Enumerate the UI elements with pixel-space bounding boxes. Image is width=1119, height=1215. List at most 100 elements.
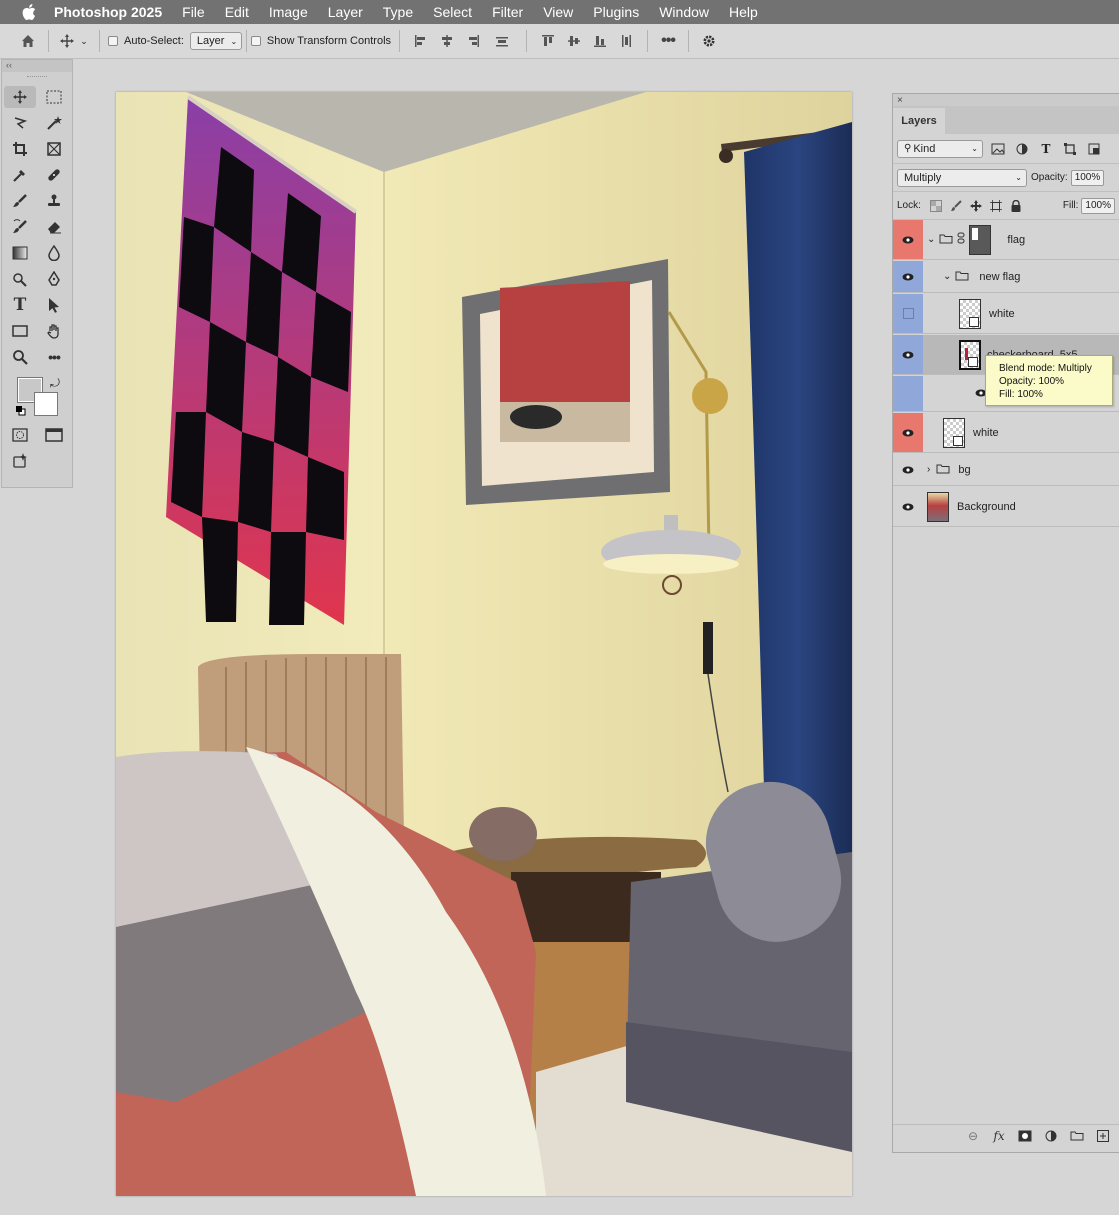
distribute-icon[interactable] <box>486 34 518 48</box>
visibility-eye-icon[interactable] <box>893 413 923 452</box>
distribute-vertical-icon[interactable] <box>613 34 639 48</box>
menu-layer[interactable]: Layer <box>328 4 363 20</box>
align-left-icon[interactable] <box>408 34 434 48</box>
layer-filter-dropdown[interactable]: ⚲ Kind ⌄ <box>897 139 983 158</box>
blur-tool-icon[interactable] <box>38 242 70 264</box>
align-vcenter-icon[interactable] <box>561 34 587 48</box>
path-selection-icon[interactable] <box>38 294 70 316</box>
layer-name[interactable]: flag <box>1007 234 1025 246</box>
healing-brush-icon[interactable] <box>38 164 70 186</box>
menu-type[interactable]: Type <box>383 4 413 20</box>
visibility-eye-icon[interactable] <box>893 261 923 292</box>
align-bottom-icon[interactable] <box>587 34 613 48</box>
magic-wand-icon[interactable] <box>38 112 70 134</box>
gradient-tool-icon[interactable] <box>4 242 36 264</box>
filter-shape-icon[interactable] <box>1061 140 1079 158</box>
swap-colors-icon[interactable]: ⤾ <box>50 376 60 391</box>
quick-mask-icon[interactable] <box>4 424 36 446</box>
layer-thumbnail[interactable] <box>943 417 965 448</box>
hand-tool-icon[interactable] <box>38 320 70 342</box>
close-panel-icon[interactable]: × <box>893 94 1119 106</box>
pen-tool-icon[interactable] <box>38 268 70 290</box>
tab-layers[interactable]: Layers <box>893 108 945 134</box>
collapse-panel-icon[interactable]: ‹‹ <box>2 60 72 72</box>
auto-select-checkbox[interactable] <box>108 36 118 46</box>
expand-chevron-icon[interactable]: ⌄ <box>943 271 951 282</box>
menu-plugins[interactable]: Plugins <box>593 4 639 20</box>
expand-chevron-icon[interactable]: › <box>927 464 930 475</box>
layer-name[interactable]: Background <box>957 501 1016 513</box>
more-options-icon[interactable]: ••• <box>656 32 680 50</box>
menu-help[interactable]: Help <box>729 4 758 20</box>
layer-name[interactable]: white <box>973 427 999 439</box>
fill-input[interactable]: 100% <box>1081 197 1115 214</box>
generative-tool-icon[interactable] <box>4 450 36 472</box>
edit-toolbar-icon[interactable]: ••• <box>38 346 70 368</box>
new-layer-icon[interactable] <box>1090 1129 1116 1142</box>
layer-row-white[interactable]: white <box>893 413 1119 453</box>
frame-tool-icon[interactable] <box>38 138 70 160</box>
menu-image[interactable]: Image <box>269 4 308 20</box>
visibility-eye-icon[interactable] <box>893 454 923 485</box>
stamp-tool-icon[interactable] <box>38 190 70 212</box>
align-hcenter-icon[interactable] <box>434 34 460 48</box>
history-brush-icon[interactable] <box>4 216 36 238</box>
rectangle-tool-icon[interactable] <box>4 320 36 342</box>
layer-name[interactable]: new flag <box>979 271 1020 283</box>
lock-transparent-icon[interactable] <box>927 197 945 215</box>
layer-row-new-flag[interactable]: ⌄ new flag <box>893 261 1119 293</box>
chevron-down-icon[interactable]: ⌄ <box>77 36 91 47</box>
fx-icon[interactable]: fx <box>986 1129 1012 1143</box>
layer-row-background[interactable]: Background <box>893 487 1119 527</box>
align-right-icon[interactable] <box>460 34 486 48</box>
visibility-eye-icon[interactable] <box>893 220 923 259</box>
layer-mask-thumbnail[interactable] <box>969 224 992 255</box>
filter-type-icon[interactable]: T <box>1037 140 1055 158</box>
background-color-swatch[interactable] <box>34 392 58 416</box>
app-name-menu[interactable]: Photoshop 2025 <box>54 4 162 20</box>
filter-adjustment-icon[interactable] <box>1013 140 1031 158</box>
eyedropper-icon[interactable] <box>4 164 36 186</box>
adjustment-layer-icon[interactable] <box>1038 1130 1064 1142</box>
link-layers-icon[interactable]: ⊖ <box>960 1129 986 1143</box>
crop-tool-icon[interactable] <box>4 138 36 160</box>
home-icon[interactable] <box>16 33 40 49</box>
visibility-toggle-empty[interactable] <box>893 294 923 333</box>
lasso-tool-icon[interactable] <box>4 112 36 134</box>
lock-all-icon[interactable] <box>1007 197 1025 215</box>
filter-smart-object-icon[interactable] <box>1085 140 1103 158</box>
opacity-input[interactable]: 100% <box>1070 169 1105 186</box>
lock-pixels-icon[interactable] <box>947 197 965 215</box>
visibility-eye-icon[interactable] <box>893 487 923 526</box>
marquee-tool-icon[interactable] <box>38 86 70 108</box>
layer-row-flag[interactable]: ⌄ flag <box>893 220 1119 260</box>
mask-link-icon[interactable] <box>957 232 965 247</box>
layer-row-white-hidden[interactable]: white <box>893 294 1119 334</box>
move-tool-icon[interactable] <box>4 86 36 108</box>
layer-row-bg[interactable]: › bg <box>893 454 1119 486</box>
menu-select[interactable]: Select <box>433 4 472 20</box>
show-transform-checkbox[interactable] <box>250 36 261 46</box>
new-group-icon[interactable] <box>1064 1130 1090 1141</box>
layer-thumbnail[interactable] <box>959 339 981 370</box>
move-tool-preset-icon[interactable] <box>57 33 77 49</box>
zoom-tool-icon[interactable] <box>4 346 36 368</box>
add-mask-icon[interactable] <box>1012 1130 1038 1142</box>
auto-select-dropdown[interactable]: Layer ⌄ <box>189 32 242 50</box>
default-colors-icon[interactable] <box>16 406 26 416</box>
menu-edit[interactable]: Edit <box>225 4 249 20</box>
layer-thumbnail[interactable] <box>927 491 949 522</box>
brush-tool-icon[interactable] <box>4 190 36 212</box>
menu-file[interactable]: File <box>182 4 205 20</box>
layer-name[interactable]: white <box>989 308 1015 320</box>
blend-mode-dropdown[interactable]: Multiply ⌄ <box>897 168 1027 187</box>
apple-icon[interactable] <box>16 4 42 20</box>
menu-window[interactable]: Window <box>659 4 709 20</box>
type-tool-icon[interactable]: T <box>4 294 36 316</box>
expand-chevron-icon[interactable]: ⌄ <box>927 234 935 245</box>
dodge-tool-icon[interactable] <box>4 268 36 290</box>
filter-pixel-icon[interactable] <box>989 140 1007 158</box>
menu-filter[interactable]: Filter <box>492 4 523 20</box>
lock-position-icon[interactable] <box>967 197 985 215</box>
screen-mode-icon[interactable] <box>38 424 70 446</box>
